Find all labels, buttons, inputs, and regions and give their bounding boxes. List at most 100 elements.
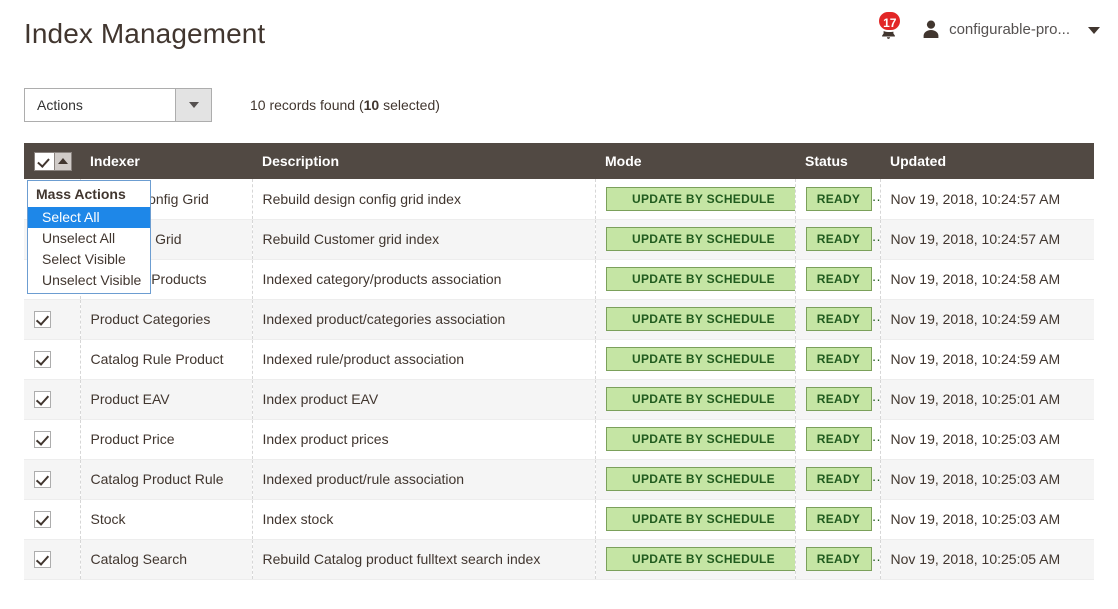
table-row[interactable]: Catalog Product Rule Indexed product/rule… xyxy=(24,459,1094,500)
grid-toolbar: Actions 10 records found (10 selected) xyxy=(24,88,440,122)
actions-select-label: Actions xyxy=(37,97,83,113)
cell-indexer: Catalog Search xyxy=(79,539,252,580)
cell-updated: Nov 19, 2018, 10:25:03 AM xyxy=(879,459,1094,500)
cell-indexer: Stock xyxy=(79,499,252,540)
column-header-indexer[interactable]: Indexer xyxy=(80,143,252,179)
cell-mode: UPDATE BY SCHEDULE xyxy=(594,419,795,460)
select-all-control[interactable] xyxy=(34,151,72,171)
cell-updated: Nov 19, 2018, 10:24:59 AM xyxy=(879,339,1094,380)
caret-up-icon xyxy=(58,158,68,164)
cell-mode: UPDATE BY SCHEDULE xyxy=(594,499,795,540)
records-found-label: 10 records found (10 selected) xyxy=(250,97,440,113)
cell-description: Indexed product/categories association xyxy=(251,299,595,340)
cell-updated: Nov 19, 2018, 10:24:57 AM xyxy=(879,179,1094,220)
status-badge: READY xyxy=(805,267,872,291)
mode-badge: UPDATE BY SCHEDULE xyxy=(605,427,795,451)
checkbox-checked-icon[interactable] xyxy=(34,510,51,528)
cell-mode: UPDATE BY SCHEDULE xyxy=(594,539,795,580)
page-header: Index Management 17 configurable-pro... xyxy=(0,0,1118,72)
mass-actions-toggle-button[interactable] xyxy=(54,152,71,170)
mode-badge: UPDATE BY SCHEDULE xyxy=(605,267,795,291)
mass-action-unselect-visible[interactable]: Unselect Visible xyxy=(28,270,150,293)
mode-badge: UPDATE BY SCHEDULE xyxy=(605,507,795,531)
status-badge: READY xyxy=(805,547,872,571)
page-title: Index Management xyxy=(24,18,266,49)
table-row[interactable]: Product EAV Index product EAV UPDATE BY SC… xyxy=(24,379,1094,420)
cell-mode: UPDATE BY SCHEDULE xyxy=(594,339,795,380)
table-row[interactable]: Stock Index stock UPDATE BY SCHEDULE READY N… xyxy=(24,499,1094,540)
cell-status: READY xyxy=(794,219,880,260)
cell-description: Rebuild Catalog product fulltext search … xyxy=(251,539,595,580)
status-badge: READY xyxy=(805,467,872,491)
table-row[interactable]: Product Categories Indexed product/catego… xyxy=(24,299,1094,340)
grid-body: Design Config GridRebuild design config … xyxy=(24,179,1094,580)
cell-mode: UPDATE BY SCHEDULE xyxy=(594,179,795,220)
row-checkbox-cell[interactable] xyxy=(24,299,80,340)
cell-mode: UPDATE BY SCHEDULE xyxy=(594,379,795,420)
checkbox-checked-icon[interactable] xyxy=(34,550,51,568)
table-row[interactable]: Design Config GridRebuild design config … xyxy=(24,179,1094,220)
column-header-updated[interactable]: Updated xyxy=(880,143,1094,179)
cell-description: Indexed product/rule association xyxy=(251,459,595,500)
cell-status: READY xyxy=(794,379,880,420)
cell-status: READY xyxy=(794,539,880,580)
mass-actions-menu-title: Mass Actions xyxy=(36,186,126,202)
user-menu-button[interactable]: configurable-pro... xyxy=(921,14,1100,44)
row-checkbox-cell[interactable] xyxy=(24,459,80,500)
cell-mode: UPDATE BY SCHEDULE xyxy=(594,459,795,500)
cell-description: Rebuild Customer grid index xyxy=(251,219,595,260)
table-row[interactable]: Customer GridRebuild Customer grid index… xyxy=(24,219,1094,260)
column-header-description[interactable]: Description xyxy=(252,143,595,179)
table-row[interactable]: Catalog Rule Product Indexed rule/product… xyxy=(24,339,1094,380)
actions-select-arrow-button[interactable] xyxy=(175,89,211,121)
cell-description: Indexed rule/product association xyxy=(251,339,595,380)
column-header-status[interactable]: Status xyxy=(795,143,880,179)
actions-select[interactable]: Actions xyxy=(24,88,212,122)
cell-description: Index product EAV xyxy=(251,379,595,420)
checkbox-checked-icon[interactable] xyxy=(34,310,51,328)
cell-status: READY xyxy=(794,259,880,300)
status-badge: READY xyxy=(805,507,872,531)
mode-badge: UPDATE BY SCHEDULE xyxy=(605,467,795,491)
table-row[interactable]: Product Price Index product prices UPDATE … xyxy=(24,419,1094,460)
row-checkbox-cell[interactable] xyxy=(24,499,80,540)
checkbox-checked-icon[interactable] xyxy=(34,350,51,368)
cell-updated: Nov 19, 2018, 10:25:01 AM xyxy=(879,379,1094,420)
index-management-page: Index Management 17 configurable-pro... … xyxy=(0,0,1118,609)
checkbox-checked-icon[interactable] xyxy=(34,430,51,448)
records-selected-count: 10 xyxy=(363,97,380,113)
mode-badge: UPDATE BY SCHEDULE xyxy=(605,186,795,211)
cell-status: READY xyxy=(794,459,880,500)
status-badge: READY xyxy=(805,387,872,411)
cell-status: READY xyxy=(794,179,880,220)
status-badge: READY xyxy=(805,347,872,371)
cell-description: Indexed category/products association xyxy=(251,259,595,300)
status-badge: READY xyxy=(805,307,872,331)
mass-action-select-visible[interactable]: Select Visible xyxy=(28,249,150,270)
chevron-down-icon xyxy=(188,102,199,108)
row-checkbox-cell[interactable] xyxy=(24,419,80,460)
table-row[interactable]: Category ProductsIndexed category/produc… xyxy=(24,259,1094,300)
grid-header-select-all[interactable] xyxy=(24,143,80,179)
mass-action-unselect-all[interactable]: Unselect All xyxy=(28,228,150,249)
mass-action-select-all[interactable]: Select All xyxy=(28,207,150,228)
cell-updated: Nov 19, 2018, 10:24:59 AM xyxy=(879,299,1094,340)
status-badge: READY xyxy=(805,227,872,251)
row-checkbox-cell[interactable] xyxy=(24,339,80,380)
checkbox-checked-icon[interactable] xyxy=(35,152,54,170)
user-name-label: configurable-pro... xyxy=(949,20,1070,38)
row-checkbox-cell[interactable] xyxy=(24,539,80,580)
cell-mode: UPDATE BY SCHEDULE xyxy=(594,299,795,340)
checkbox-checked-icon[interactable] xyxy=(34,390,51,408)
user-avatar-icon xyxy=(921,19,941,39)
records-found-suffix: selected) xyxy=(379,97,440,113)
row-checkbox-cell[interactable] xyxy=(24,379,80,420)
chevron-down-icon xyxy=(1088,26,1100,34)
table-row[interactable]: Catalog Search Rebuild Catalog product fu… xyxy=(24,539,1094,580)
notifications-button[interactable]: 17 xyxy=(865,10,911,44)
checkbox-checked-icon[interactable] xyxy=(34,470,51,488)
cell-indexer: Product Categories xyxy=(79,299,252,340)
mode-badge: UPDATE BY SCHEDULE xyxy=(605,547,795,571)
mass-actions-menu[interactable]: Mass Actions Select All Unselect All Sel… xyxy=(27,180,151,294)
column-header-mode[interactable]: Mode xyxy=(595,143,795,179)
